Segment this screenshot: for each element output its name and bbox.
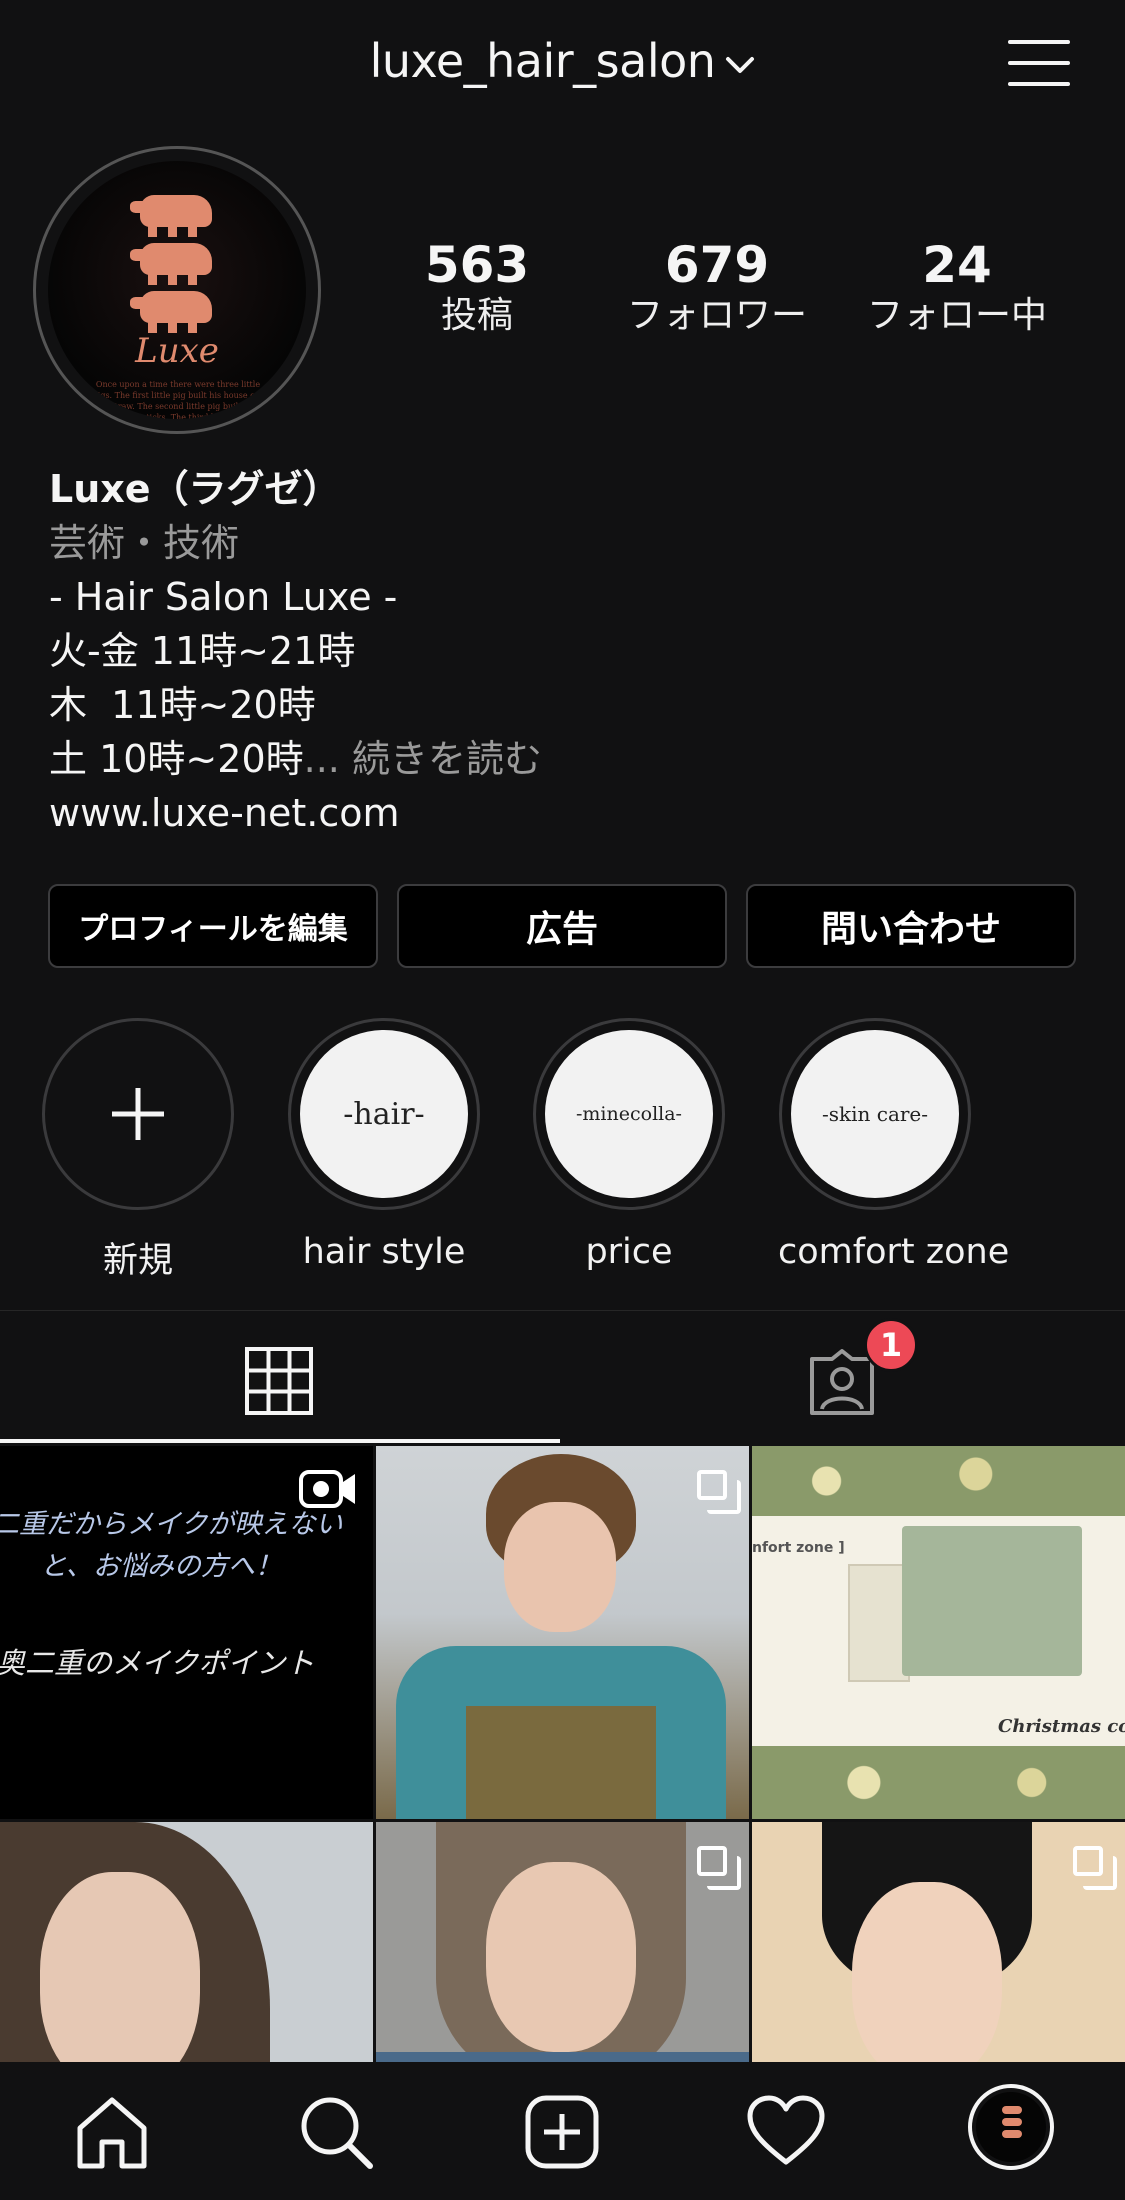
pig-icon xyxy=(130,291,212,333)
posts-count[interactable]: 563 投稿 xyxy=(367,236,587,338)
post-thumbnail[interactable] xyxy=(376,1446,749,1819)
website-link[interactable]: www.luxe-net.com xyxy=(49,786,542,840)
profile-bio: Luxe（ラグゼ） 芸術・技術 - Hair Salon Luxe - 火-金 … xyxy=(49,462,542,840)
sweater-photo xyxy=(376,2052,749,2062)
post-thumbnail[interactable] xyxy=(376,1822,749,2062)
following-count[interactable]: 24 フォロー中 xyxy=(847,236,1067,338)
following-number: 24 xyxy=(922,236,992,294)
face-photo xyxy=(486,1862,636,2052)
carousel-icon xyxy=(1073,1846,1117,1890)
profile-tabs xyxy=(0,1310,1125,1444)
grid-tab[interactable] xyxy=(245,1347,313,1415)
highlight-cover: -hair- xyxy=(300,1030,468,1198)
highlight-ring: -hair- xyxy=(288,1018,480,1210)
face-photo xyxy=(504,1502,616,1632)
logo-small-print: Once upon a time there were three little… xyxy=(89,380,267,419)
highlight-cover: -minecolla- xyxy=(545,1030,713,1198)
search-icon[interactable] xyxy=(296,2092,376,2172)
highlight-caption: 新規 xyxy=(102,1241,173,1281)
posts-number: 563 xyxy=(424,236,530,294)
logo-text: Luxe xyxy=(135,331,219,371)
highlight-ring: -skin care- xyxy=(779,1018,971,1210)
face-photo xyxy=(40,1872,200,2062)
product-box xyxy=(902,1526,1082,1676)
highlight-ring xyxy=(42,1018,234,1210)
highlight-caption: comfort zone xyxy=(778,1232,1010,1272)
category-label: 芸術・技術 xyxy=(49,521,240,565)
username-label: luxe_hair_salon xyxy=(369,34,716,88)
bio-line: 木 11時~20時 xyxy=(49,683,316,727)
highlight-new[interactable]: 新規 xyxy=(41,1018,235,1283)
profile-avatar-icon[interactable] xyxy=(968,2084,1054,2170)
mini-logo xyxy=(976,2092,1046,2162)
post-overlay-text: nfort zone ] xyxy=(752,1540,845,1556)
chevron-down-icon xyxy=(725,32,755,86)
edit-profile-button[interactable]: プロフィールを編集 xyxy=(48,884,378,968)
active-tab-indicator xyxy=(0,1439,560,1443)
display-name: Luxe（ラグゼ） xyxy=(49,467,341,511)
carousel-icon xyxy=(697,1846,741,1890)
overalls-photo xyxy=(466,1706,656,1819)
account-switcher[interactable]: luxe_hair_salon xyxy=(0,34,1125,92)
bio-line: - Hair Salon Luxe - xyxy=(49,575,398,619)
pig-icon xyxy=(130,195,212,237)
post-thumbnail[interactable] xyxy=(0,1822,373,2062)
following-label: フォロー中 xyxy=(866,295,1047,336)
highlight-caption: price xyxy=(585,1232,673,1272)
pig-icon xyxy=(130,243,212,285)
floral-border xyxy=(752,1746,1125,1819)
hamburger-menu-icon[interactable] xyxy=(1008,36,1072,90)
floral-border xyxy=(752,1446,1125,1516)
post-overlay-text: と、お悩みの方へ！ xyxy=(40,1551,282,1582)
bio-line: 火-金 11時~21時 xyxy=(49,629,356,673)
product-bottle xyxy=(848,1564,910,1682)
post-thumbnail[interactable]: 二重だからメイクが映えない と、お悩みの方へ！ 奥二重のメイクポイント xyxy=(0,1446,373,1819)
bio-line: 土 10時~20時 xyxy=(49,737,304,781)
highlight-caption: hair style xyxy=(302,1232,466,1272)
tagged-notification-badge: 1 xyxy=(864,1318,918,1372)
highlight-cover: -skin care- xyxy=(791,1030,959,1198)
activity-heart-icon[interactable] xyxy=(746,2092,826,2172)
contact-button[interactable]: 問い合わせ xyxy=(746,884,1076,968)
grid-icon xyxy=(245,1347,313,1415)
followers-number: 679 xyxy=(664,236,770,294)
carousel-icon xyxy=(697,1470,741,1514)
posts-label: 投稿 xyxy=(440,295,513,336)
bottom-nav xyxy=(0,2062,1125,2200)
luxe-logo: Luxe Once upon a time there were three l… xyxy=(48,161,306,419)
post-overlay-text: 奥二重のメイクポイント xyxy=(0,1646,315,1680)
post-thumbnail[interactable] xyxy=(752,1822,1125,2062)
followers-count[interactable]: 679 フォロワー xyxy=(607,236,827,338)
post-thumbnail[interactable]: nfort zone ] Christmas co xyxy=(752,1446,1125,1819)
post-grid: 二重だからメイクが映えない と、お悩みの方へ！ 奥二重のメイクポイント nfor… xyxy=(0,1446,1125,2062)
ads-button[interactable]: 広告 xyxy=(397,884,727,968)
new-post-icon[interactable] xyxy=(522,2092,602,2172)
profile-avatar[interactable]: Luxe Once upon a time there were three l… xyxy=(33,146,321,434)
bio-line-with-more: 土 10時~20時... 続きを読む xyxy=(49,732,542,786)
top-bar: luxe_hair_salon xyxy=(0,0,1125,130)
highlight-ring: -minecolla- xyxy=(533,1018,725,1210)
post-overlay-text: Christmas co xyxy=(998,1716,1125,1737)
plus-icon xyxy=(54,1030,222,1198)
face-photo xyxy=(852,1882,1002,2062)
highlight-comfort-zone[interactable]: -skin care- comfort zone xyxy=(778,1018,1010,1272)
read-more-link[interactable]: ... 続きを読む xyxy=(304,737,542,781)
followers-label: フォロワー xyxy=(626,295,807,336)
post-overlay-text: 二重だからメイクが映えない xyxy=(0,1509,343,1540)
highlight-hair-style[interactable]: -hair- hair style xyxy=(287,1018,481,1272)
home-icon[interactable] xyxy=(72,2092,152,2172)
highlight-price[interactable]: -minecolla- price xyxy=(532,1018,726,1272)
